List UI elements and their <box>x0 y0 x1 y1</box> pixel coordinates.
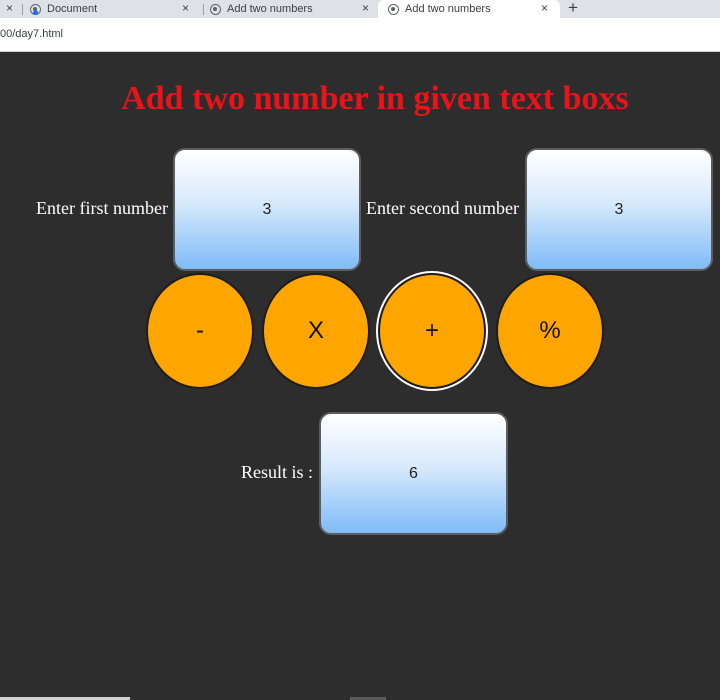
notification-dot-icon <box>33 10 38 15</box>
tab-separator <box>203 4 204 15</box>
tab-separator <box>22 4 23 15</box>
tab-add-two-numbers[interactable]: Add two numbers × <box>210 0 380 18</box>
subtract-button[interactable]: - <box>146 273 254 389</box>
second-number-input[interactable] <box>525 148 713 271</box>
globe-icon <box>388 3 399 15</box>
first-number-label: Enter first number <box>36 198 168 218</box>
tab-add-two-numbers-active[interactable]: Add two numbers × <box>378 0 560 18</box>
close-icon[interactable]: × <box>182 1 189 15</box>
tab-title: Document <box>47 3 98 15</box>
url-text[interactable]: 00/day7.html <box>0 28 63 40</box>
globe-icon <box>210 3 221 15</box>
new-tab-button[interactable]: + <box>568 0 578 18</box>
result-output[interactable] <box>319 412 508 535</box>
close-icon[interactable]: × <box>362 1 369 15</box>
browser-window: × Document × Add two numbers × Add two n… <box>0 0 720 700</box>
multiply-button[interactable]: X <box>262 273 370 389</box>
tab-document[interactable]: Document × <box>30 0 202 18</box>
address-bar[interactable]: 00/day7.html <box>0 18 720 52</box>
first-number-input[interactable] <box>173 148 361 271</box>
add-button[interactable]: + <box>378 273 486 389</box>
tab-title: Add two numbers <box>227 3 313 15</box>
close-icon[interactable]: × <box>6 1 13 15</box>
close-icon[interactable]: × <box>541 1 548 15</box>
second-number-label: Enter second number <box>366 198 519 218</box>
page-title: Add two number in given text boxs <box>121 80 629 117</box>
page-content: Add two number in given text boxs Enter … <box>0 52 720 700</box>
modulo-button[interactable]: % <box>496 273 604 389</box>
result-label: Result is : <box>241 462 314 482</box>
tab-strip: × Document × Add two numbers × Add two n… <box>0 0 720 18</box>
tab-title: Add two numbers <box>405 3 491 15</box>
